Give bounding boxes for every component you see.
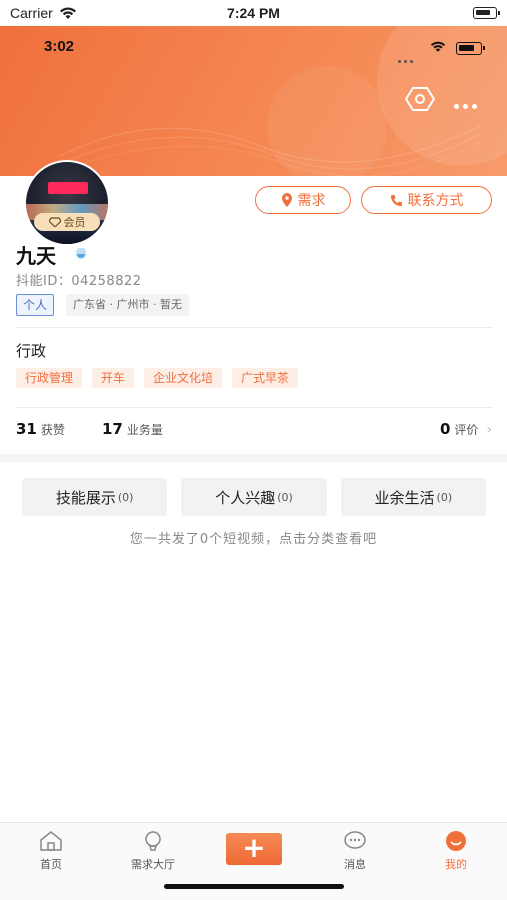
category-skills[interactable]: 技能展示 (0) xyxy=(22,478,168,516)
location-tag: 广东省 · 广州市 · 暂无 xyxy=(66,294,189,316)
reviews-stat[interactable]: 0 评价 › xyxy=(440,420,492,438)
app-status-bar: 3:02 xyxy=(0,38,507,63)
need-button-label: 需求 xyxy=(297,193,326,209)
tab-messages-label: 消息 xyxy=(344,858,366,871)
review-count: 0 xyxy=(439,420,451,438)
business-stat: 17 业务量 xyxy=(102,420,163,438)
stats-row: 31 获赞 17 业务量 0 评价 › xyxy=(16,420,492,442)
member-badge-label: 会员 xyxy=(63,216,86,229)
home-icon xyxy=(40,831,62,851)
skill-tags: 行政管理 开车 企业文化培 广式早茶 xyxy=(16,368,299,388)
settings-hex-icon[interactable] xyxy=(405,86,435,112)
video-count-hint: 您一共发了0个短视频，点击分类查看吧 xyxy=(129,532,378,547)
skill-tag: 行政管理 xyxy=(16,368,83,388)
category-count: (0) xyxy=(117,490,134,504)
category-label: 业余生活 xyxy=(374,488,435,507)
avatar[interactable] xyxy=(24,160,110,246)
member-badge: 会员 xyxy=(34,213,100,231)
smile-icon xyxy=(446,831,466,851)
contact-button-label: 联系方式 xyxy=(407,193,464,209)
more-dots-icon[interactable] xyxy=(454,94,482,109)
review-label: 评价 xyxy=(454,423,479,437)
publish-add-button[interactable]: + xyxy=(226,833,282,865)
battery-icon xyxy=(473,7,500,19)
avatar-image-detail xyxy=(48,182,88,194)
likes-stat: 31 获赞 xyxy=(16,420,65,438)
contact-button[interactable]: 联系方式 xyxy=(361,186,492,214)
section-gap xyxy=(0,454,507,462)
divider xyxy=(16,407,492,408)
job-title: 行政 xyxy=(16,342,47,360)
phone-icon xyxy=(390,194,402,206)
device-time: 7:24 PM xyxy=(227,5,280,21)
skill-tag: 广式早茶 xyxy=(232,368,299,388)
user-id: 抖能ID：04258822 xyxy=(16,274,142,289)
verified-icon xyxy=(76,248,86,259)
tab-hall-label: 需求大厅 xyxy=(131,858,175,871)
video-category-row: 技能展示 (0) 个人兴趣 (0) 业余生活 (0) xyxy=(22,478,486,516)
category-label: 技能展示 xyxy=(55,488,116,507)
category-count: (0) xyxy=(277,490,293,504)
tab-demand-hall[interactable]: 需求大厅 xyxy=(118,829,188,872)
category-interests[interactable]: 个人兴趣 (0) xyxy=(181,478,327,516)
chevron-right-icon: › xyxy=(486,422,492,438)
chat-icon xyxy=(344,831,366,849)
business-count: 17 xyxy=(102,420,123,438)
battery-icon xyxy=(456,42,485,55)
likes-label: 获赞 xyxy=(40,423,65,437)
wifi-icon xyxy=(430,41,446,52)
account-type-tag: 个人 xyxy=(16,294,55,316)
signal-dots-icon xyxy=(398,48,422,63)
tab-messages[interactable]: 消息 xyxy=(320,829,390,872)
category-count: (0) xyxy=(436,490,453,504)
business-label: 业务量 xyxy=(126,423,163,437)
tab-mine[interactable]: 我的 xyxy=(421,829,491,872)
pin-icon xyxy=(281,193,292,207)
bulb-icon xyxy=(145,831,161,851)
home-indicator xyxy=(164,884,344,889)
skill-tag: 开车 xyxy=(92,368,135,388)
tab-home-label: 首页 xyxy=(40,858,62,871)
need-button[interactable]: 需求 xyxy=(255,186,351,214)
app-status-time: 3:02 xyxy=(44,38,75,55)
divider xyxy=(16,327,492,328)
category-label: 个人兴趣 xyxy=(215,488,276,507)
tab-mine-label: 我的 xyxy=(445,858,467,871)
skill-tag: 企业文化培 xyxy=(144,368,223,388)
device-status-bar: Carrier 7:24 PM xyxy=(0,0,507,26)
category-leisure[interactable]: 业余生活 (0) xyxy=(340,478,486,516)
likes-count: 31 xyxy=(16,420,37,438)
user-name: 九天 xyxy=(16,244,56,268)
tab-home[interactable]: 首页 xyxy=(16,829,86,872)
profile-header-banner: 3:02 xyxy=(0,26,507,176)
diamond-icon xyxy=(48,217,61,227)
